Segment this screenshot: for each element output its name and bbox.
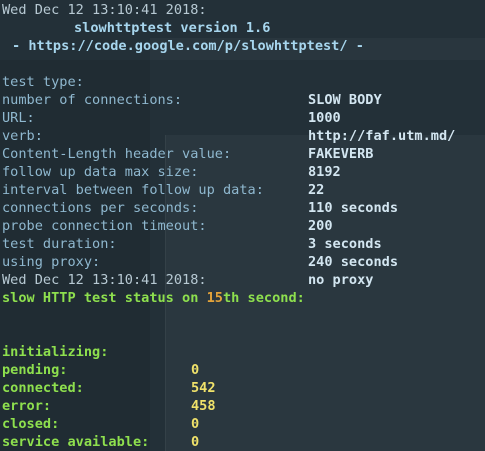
status-title-prefix: slow HTTP test status on bbox=[2, 290, 207, 306]
config-row: number of connections: 1000 bbox=[2, 73, 364, 126]
status-second-number: 15 bbox=[206, 290, 223, 306]
status-title-suffix: th second: bbox=[222, 290, 305, 306]
config-row: follow up data max size: 22 bbox=[2, 145, 364, 198]
config-row: URL: http://faf.utm.md/ bbox=[2, 91, 455, 144]
status-timestamp: Wed Dec 12 13:10:41 2018: bbox=[2, 272, 207, 288]
terminal-window[interactable]: Wed Dec 12 13:10:41 2018: slowhttptest v… bbox=[0, 0, 485, 451]
config-row: test duration: 240 seconds bbox=[2, 217, 398, 270]
header-timestamp: Wed Dec 12 13:10:41 2018: bbox=[2, 2, 207, 18]
status-row: pending: 542 bbox=[2, 343, 364, 396]
config-row: Content-Length header value: 8192 bbox=[2, 127, 364, 180]
status-row: closed: 0 bbox=[2, 397, 364, 450]
url-line: - https://code.google.com/p/slowhttptest… bbox=[12, 38, 364, 54]
config-row: connections per seconds: 200 bbox=[2, 181, 364, 234]
config-row: test type: SLOW BODY bbox=[2, 55, 382, 108]
service-row: service available: NO bbox=[2, 415, 364, 450]
prompt-line[interactable] bbox=[2, 433, 364, 451]
config-row: verb: FAKEVERB bbox=[2, 109, 373, 162]
version-line: slowhttptest version 1.6 bbox=[74, 20, 271, 36]
config-row: using proxy: no proxy bbox=[2, 235, 373, 288]
terminal-output: Wed Dec 12 13:10:41 2018: slowhttptest v… bbox=[2, 1, 455, 451]
config-row: interval between follow up data: 110 sec… bbox=[2, 163, 398, 216]
config-row: probe connection timeout: 3 seconds bbox=[2, 199, 382, 252]
status-row: connected: 458 bbox=[2, 361, 364, 414]
status-title: slow HTTP test status on 15th second: bbox=[2, 289, 364, 307]
status-row: error: 0 bbox=[2, 379, 364, 432]
status-row: initializing: 0 bbox=[2, 325, 364, 378]
